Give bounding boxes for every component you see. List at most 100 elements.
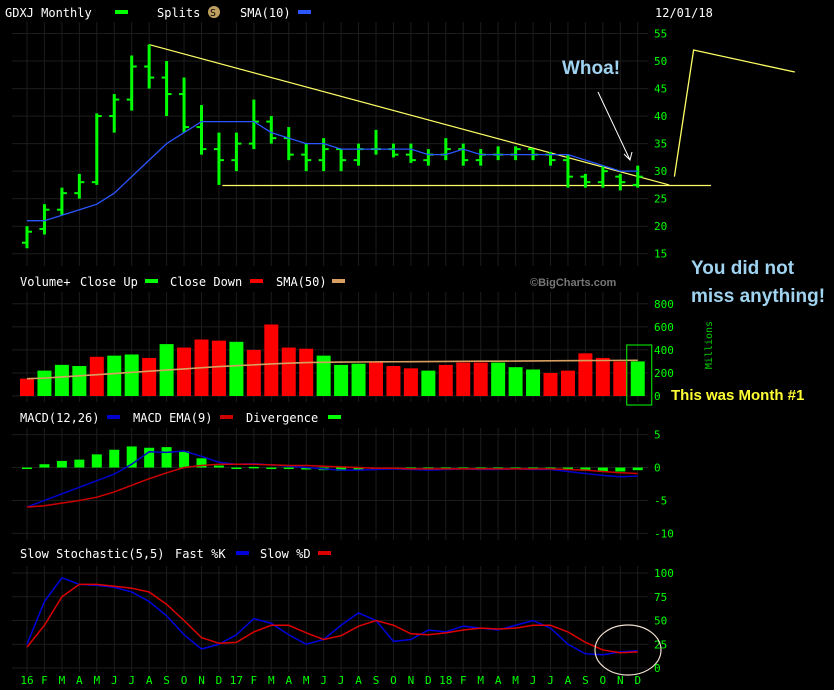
volume-bar bbox=[177, 347, 192, 396]
x-tick-label: M bbox=[303, 674, 310, 687]
divergence-bar bbox=[91, 454, 102, 468]
divergence-bar bbox=[144, 447, 155, 468]
x-tick-label: A bbox=[285, 674, 292, 687]
x-tick-label: 16 bbox=[20, 674, 33, 687]
macd-tick-label: -5 bbox=[654, 494, 667, 507]
divergence-bar bbox=[248, 466, 259, 469]
macd-tick-label: -10 bbox=[654, 527, 674, 540]
price-tick-label: 50 bbox=[654, 55, 667, 68]
divergence-bar bbox=[615, 467, 626, 472]
date-label: 12/01/18 bbox=[655, 6, 713, 20]
volume-unit: Millions bbox=[704, 321, 715, 369]
x-tick-label: J bbox=[530, 674, 537, 687]
volume-bar bbox=[560, 370, 575, 396]
watermark: ©BigCharts.com bbox=[530, 277, 617, 289]
stoch-fast-swatch bbox=[236, 551, 249, 555]
x-tick-label: F bbox=[41, 674, 48, 687]
price-tick-label: 35 bbox=[654, 138, 667, 151]
stoch-slow-label: Slow %D bbox=[260, 547, 311, 561]
macd-panel: MACD(12,26) MACD EMA(9) Divergence 5 0 -5 -… bbox=[0, 408, 713, 543]
volume-bar bbox=[438, 364, 453, 396]
volume-bar bbox=[299, 348, 314, 396]
volume-bar bbox=[369, 361, 383, 396]
macd-label: MACD(12,26) bbox=[20, 411, 99, 425]
volume-bar bbox=[229, 341, 244, 396]
close-down-label: Close Down bbox=[170, 275, 242, 289]
volume-bar bbox=[491, 362, 506, 396]
volume-bar bbox=[246, 349, 261, 396]
price-y-axis: 15 20 25 30 35 40 45 50 55 bbox=[654, 28, 667, 261]
x-tick-label: 17 bbox=[230, 674, 243, 687]
no-miss-annotation-1: You did not bbox=[691, 258, 795, 279]
volume-bar bbox=[386, 366, 401, 396]
x-tick-label: J bbox=[547, 674, 554, 687]
close-up-label: Close Up bbox=[80, 275, 138, 289]
x-tick-label: D bbox=[216, 674, 223, 687]
volume-bar bbox=[421, 370, 436, 396]
volume-bar bbox=[613, 361, 628, 396]
macd-ema-label: MACD EMA(9) bbox=[133, 411, 212, 425]
stoch-tick-label: 100 bbox=[654, 567, 674, 580]
sma50-swatch bbox=[332, 279, 345, 283]
divergence-bar bbox=[39, 464, 50, 468]
x-tick-label: J bbox=[320, 674, 327, 687]
volume-bar bbox=[473, 362, 488, 396]
close-down-swatch bbox=[250, 279, 263, 283]
x-tick-label: D bbox=[634, 674, 641, 687]
stochastic-panel: Slow Stochastic(5,5) Fast %K Slow %D 100… bbox=[0, 544, 713, 690]
x-tick-label: M bbox=[477, 674, 484, 687]
sma-legend-swatch bbox=[298, 10, 311, 14]
volume-bar bbox=[142, 357, 157, 396]
volume-label: Volume+ bbox=[20, 275, 71, 289]
volume-tick-label: 600 bbox=[654, 321, 674, 334]
x-tick-label: N bbox=[617, 674, 624, 687]
x-tick-label: 18 bbox=[439, 674, 452, 687]
sma50-label: SMA(50) bbox=[276, 275, 327, 289]
divergence-swatch bbox=[328, 415, 341, 419]
volume-panel: Volume+ Close Up Close Down SMA(50) ©Big… bbox=[0, 272, 715, 407]
close-up-swatch bbox=[145, 279, 158, 283]
volume-bar bbox=[211, 340, 226, 396]
month1-annotation: This was Month #1 bbox=[671, 387, 805, 404]
volume-tick-label: 0 bbox=[654, 390, 661, 403]
x-tick-label: M bbox=[512, 674, 519, 687]
x-tick-label: M bbox=[59, 674, 66, 687]
volume-bar bbox=[107, 355, 122, 396]
divergence-bar bbox=[283, 467, 294, 470]
x-tick-label: F bbox=[251, 674, 258, 687]
price-tick-label: 15 bbox=[654, 248, 667, 261]
no-miss-annotation-2: miss anything! bbox=[691, 286, 826, 307]
price-tick-label: 30 bbox=[654, 165, 667, 178]
volume-tick-label: 800 bbox=[654, 298, 674, 311]
x-tick-label: A bbox=[76, 674, 83, 687]
divergence-bar bbox=[632, 467, 643, 471]
x-tick-label: A bbox=[565, 674, 572, 687]
volume-bar bbox=[334, 364, 349, 396]
symbol-label: GDXJ Monthly bbox=[5, 6, 92, 20]
macd-tick-label: 0 bbox=[654, 462, 661, 475]
splits-label: Splits bbox=[157, 6, 200, 20]
volume-bar bbox=[403, 368, 418, 396]
volume-bar bbox=[578, 353, 593, 396]
divergence-bar bbox=[22, 467, 32, 470]
stoch-label: Slow Stochastic(5,5) bbox=[20, 547, 165, 561]
volume-bar bbox=[456, 362, 471, 396]
divergence-bar bbox=[179, 451, 190, 468]
stoch-tick-label: 50 bbox=[654, 615, 667, 628]
x-tick-label: M bbox=[93, 674, 100, 687]
x-tick-label: A bbox=[146, 674, 153, 687]
volume-bar bbox=[72, 366, 87, 396]
volume-bar bbox=[543, 372, 558, 396]
x-tick-label: S bbox=[373, 674, 380, 687]
divergence-bar bbox=[231, 467, 242, 470]
divergence-bar bbox=[56, 460, 67, 468]
divergence-bar bbox=[213, 465, 224, 468]
price-tick-label: 20 bbox=[654, 220, 667, 233]
price-tick-label: 40 bbox=[654, 110, 667, 123]
x-tick-label: A bbox=[355, 674, 362, 687]
volume-bar bbox=[264, 324, 279, 396]
macd-ema-swatch bbox=[220, 415, 233, 419]
volume-bar bbox=[37, 370, 52, 396]
volume-bar bbox=[595, 357, 610, 396]
x-tick-label: J bbox=[128, 674, 135, 687]
